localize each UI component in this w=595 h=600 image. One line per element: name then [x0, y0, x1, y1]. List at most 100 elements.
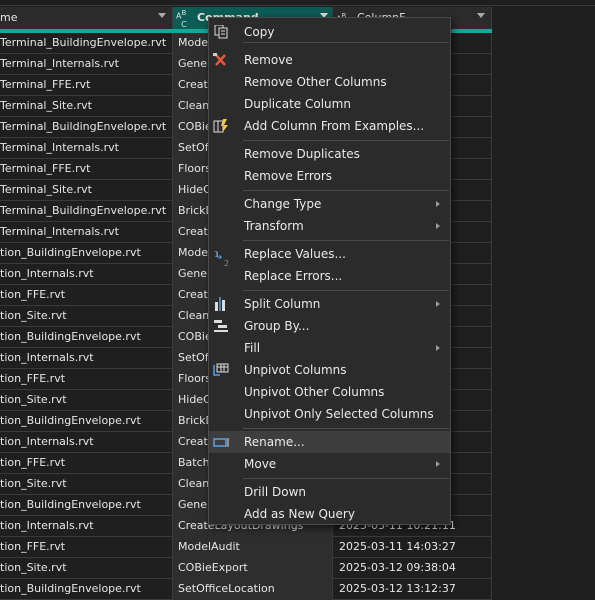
table-cell-date[interactable]: 2025-03-11 14:03:27	[333, 537, 492, 558]
menu-item-label: Remove	[244, 53, 293, 67]
menu-item-duplicate-column[interactable]: Duplicate Column	[209, 93, 450, 115]
menu-item-rename[interactable]: Rename...	[209, 431, 450, 453]
table-cell-name[interactable]: tion_BuildingEnvelope.rvt	[0, 243, 173, 264]
menu-item-remove-other-columns[interactable]: Remove Other Columns	[209, 71, 450, 93]
table-cell-name[interactable]: tion_FFE.rvt	[0, 369, 173, 390]
menu-item-label: Drill Down	[244, 485, 306, 499]
table-cell-name[interactable]: Terminal_Site.rvt	[0, 96, 173, 117]
table-cell-name[interactable]: Terminal_Site.rvt	[0, 180, 173, 201]
menu-item-remove-duplicates[interactable]: Remove Duplicates	[209, 143, 450, 165]
chevron-right-icon	[436, 301, 440, 307]
table-cell-name[interactable]: tion_BuildingEnvelope.rvt	[0, 411, 173, 432]
table-cell-name[interactable]: tion_Internals.rvt	[0, 432, 173, 453]
menu-separator	[243, 290, 449, 291]
menu-item-unpivot-other-columns[interactable]: Unpivot Other Columns	[209, 381, 450, 403]
table-cell-name[interactable]: tion_BuildingEnvelope.rvt	[0, 327, 173, 348]
menu-item-label: Fill	[244, 341, 261, 355]
menu-separator	[243, 42, 449, 43]
remove-icon	[213, 53, 229, 67]
chevron-right-icon	[436, 223, 440, 229]
menu-item-label: Replace Values...	[244, 247, 346, 261]
menu-item-label: Change Type	[244, 197, 322, 211]
menu-item-label: Copy	[244, 25, 275, 39]
menu-item-label: Remove Errors	[244, 169, 333, 183]
menu-item-label: Move	[244, 457, 277, 471]
menu-item-label: Add as New Query	[244, 507, 355, 521]
menu-item-label: Split Column	[244, 297, 321, 311]
menu-item-label: Group By...	[244, 319, 310, 333]
menu-separator	[243, 140, 449, 141]
menu-item-group-by[interactable]: Group By...	[209, 315, 450, 337]
split-column-icon	[213, 297, 229, 311]
table-cell-name[interactable]: Terminal_BuildingEnvelope.rvt	[0, 117, 173, 138]
table-row[interactable]: tion_FFE.rvt ModelAudit 2025-03-11 14:03:2…	[0, 537, 492, 558]
menu-separator	[243, 478, 449, 479]
table-cell-name[interactable]: tion_Internals.rvt	[0, 348, 173, 369]
table-cell-name[interactable]: tion_Internals.rvt	[0, 264, 173, 285]
column-header-name[interactable]: me	[0, 7, 173, 29]
menu-item-label: Unpivot Columns	[244, 363, 347, 377]
menu-item-label: Add Column From Examples...	[244, 119, 425, 133]
table-cell-name[interactable]: Terminal_Internals.rvt	[0, 54, 173, 75]
menu-item-move[interactable]: Move	[209, 453, 450, 475]
menu-item-replace-values[interactable]: 1 ↳ 2 Replace Values...	[209, 243, 450, 268]
text-type-icon[interactable]: AB C	[176, 9, 187, 29]
table-cell-name[interactable]: tion_FFE.rvt	[0, 537, 173, 558]
table-cell-name[interactable]: tion_FFE.rvt	[0, 285, 173, 306]
menu-item-split-column[interactable]: Split Column	[209, 293, 450, 315]
menu-item-label: Unpivot Only Selected Columns	[244, 407, 434, 421]
group-by-icon	[213, 319, 229, 333]
table-cell-command[interactable]: ModelAudit	[173, 537, 333, 558]
table-cell-command[interactable]: COBieExport	[173, 558, 333, 579]
table-cell-name[interactable]: Terminal_FFE.rvt	[0, 159, 173, 180]
menu-item-label: Unpivot Other Columns	[244, 385, 385, 399]
table-cell-name[interactable]: Terminal_FFE.rvt	[0, 75, 173, 96]
column-dropdown-icon[interactable]	[477, 13, 485, 18]
column-dropdown-icon[interactable]	[158, 13, 166, 18]
menu-item-add-column-from-examples[interactable]: Add Column From Examples...	[209, 115, 450, 137]
menu-item-change-type[interactable]: Change Type	[209, 193, 450, 215]
menu-separator	[243, 240, 449, 241]
menu-item-remove[interactable]: Remove	[209, 49, 450, 71]
table-cell-name[interactable]: Terminal_BuildingEnvelope.rvt	[0, 201, 173, 222]
rename-icon	[213, 435, 229, 449]
replace-arrow-icon: ↳	[215, 251, 224, 262]
table-cell-name[interactable]: tion_Site.rvt	[0, 558, 173, 579]
menu-item-label: Duplicate Column	[244, 97, 351, 111]
menu-item-label: Rename...	[244, 435, 305, 449]
replace-values-icon: 1 ↳ 2	[213, 247, 229, 268]
menu-item-label: Remove Duplicates	[244, 147, 360, 161]
menu-item-unpivot-only-selected-columns[interactable]: Unpivot Only Selected Columns	[209, 403, 450, 425]
table-cell-name[interactable]: tion_Internals.rvt	[0, 516, 173, 537]
table-cell-date[interactable]: 2025-03-12 09:38:04	[333, 558, 492, 579]
menu-item-transform[interactable]: Transform	[209, 215, 450, 237]
menu-item-copy[interactable]: Copy	[209, 21, 450, 43]
menu-item-label: Remove Other Columns	[244, 75, 387, 89]
table-cell-name[interactable]: tion_Site.rvt	[0, 390, 173, 411]
table-row[interactable]: tion_Site.rvt COBieExport 2025-03-12 09:38…	[0, 558, 492, 579]
table-cell-name[interactable]: tion_Site.rvt	[0, 474, 173, 495]
copy-icon	[213, 24, 229, 39]
menu-separator	[243, 428, 449, 429]
context-menu: Copy Remove Remove Other Columns Duplicate …	[208, 17, 451, 525]
menu-item-unpivot-columns[interactable]: Unpivot Columns	[209, 359, 450, 381]
menu-item-fill[interactable]: Fill	[209, 337, 450, 359]
table-cell-name[interactable]: Terminal_BuildingEnvelope.rvt	[0, 33, 173, 54]
chevron-right-icon	[436, 461, 440, 467]
table-cell-name[interactable]: tion_FFE.rvt	[0, 453, 173, 474]
chevron-right-icon	[436, 345, 440, 351]
table-cell-name[interactable]: tion_BuildingEnvelope.rvt	[0, 495, 173, 516]
menu-item-add-as-new-query[interactable]: Add as New Query	[209, 503, 450, 525]
table-cell-name[interactable]: Terminal_Internals.rvt	[0, 222, 173, 243]
menu-item-remove-errors[interactable]: Remove Errors	[209, 165, 450, 187]
chevron-right-icon	[436, 201, 440, 207]
menu-item-label: Transform	[244, 219, 304, 233]
table-cell-name[interactable]: Terminal_Internals.rvt	[0, 138, 173, 159]
add-column-from-examples-icon	[213, 119, 229, 133]
unpivot-columns-icon	[213, 363, 229, 377]
column-header-label: me	[0, 11, 18, 24]
table-cell-name[interactable]: tion_Site.rvt	[0, 306, 173, 327]
menu-separator	[243, 190, 449, 191]
menu-item-drill-down[interactable]: Drill Down	[209, 481, 450, 503]
menu-item-replace-errors[interactable]: Replace Errors...	[209, 265, 450, 287]
